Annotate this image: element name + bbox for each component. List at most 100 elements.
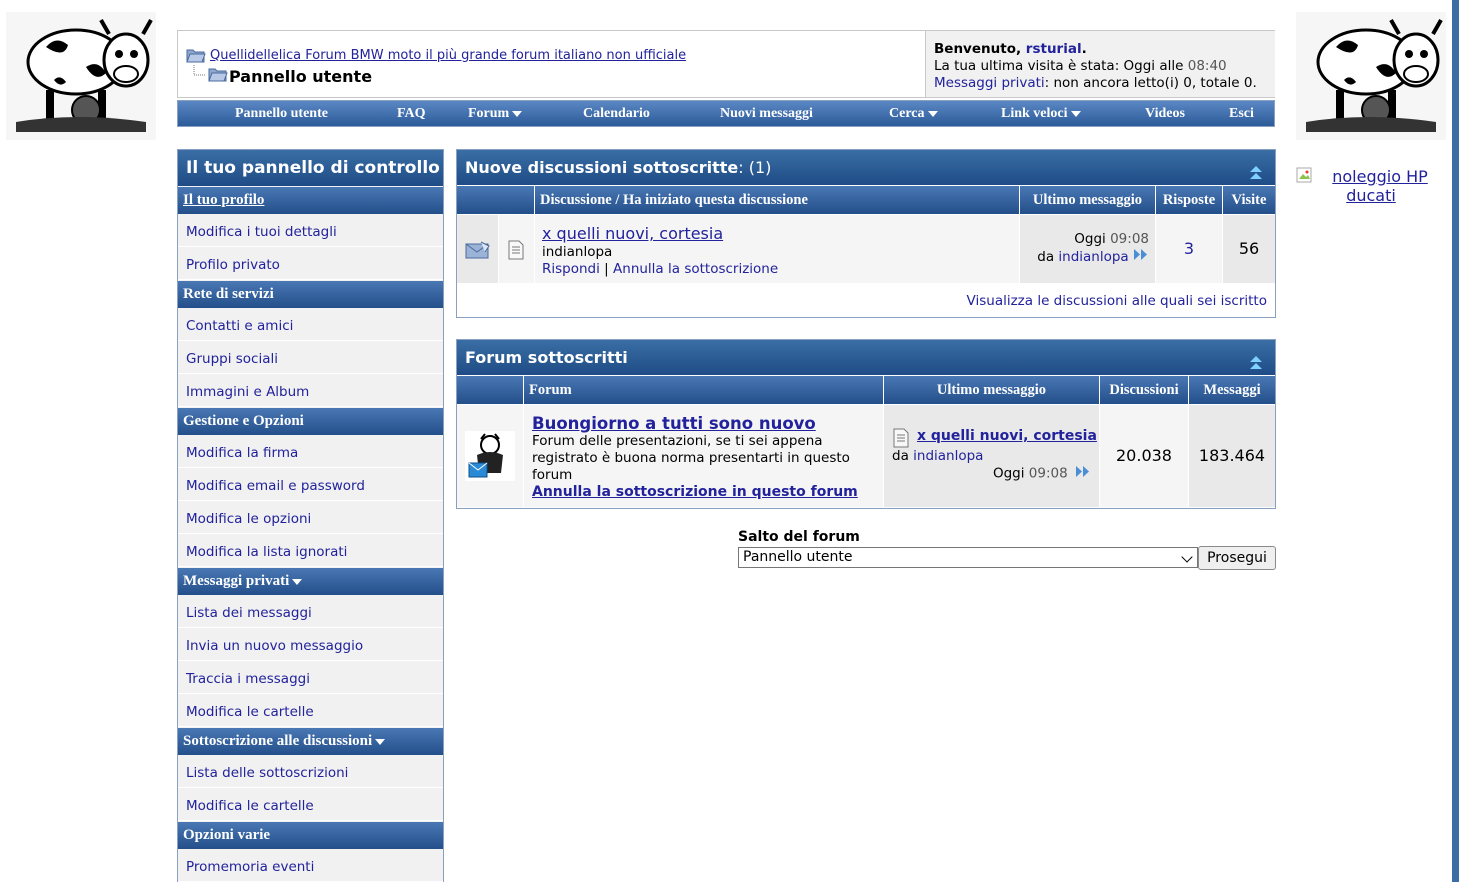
- nav-label: FAQ: [397, 106, 426, 121]
- forum-mascot-icon: [465, 431, 515, 485]
- sidebar-head-misc: Opzioni varie: [178, 822, 443, 849]
- sidebar-item-edit-details[interactable]: Modifica i tuoi dettagli: [178, 215, 443, 247]
- ad-alt-text-line1[interactable]: noleggio HP: [1332, 167, 1428, 186]
- sidebar-link[interactable]: Immagini e Album: [186, 384, 309, 400]
- sidebar-link[interactable]: Modifica le cartelle: [186, 798, 314, 814]
- thread-title-link[interactable]: x quelli nuovi, cortesia: [542, 224, 723, 243]
- thread-status-cell: [457, 215, 498, 283]
- col-forum-threads: Discussioni: [1100, 376, 1188, 404]
- sidebar-item-options[interactable]: Modifica le opzioni: [178, 502, 443, 534]
- views-count: 56: [1223, 215, 1275, 283]
- forum-last-post-author-link[interactable]: indianlopa: [913, 448, 983, 464]
- sidebar-link[interactable]: Modifica i tuoi dettagli: [186, 224, 337, 240]
- col-replies[interactable]: Risposte: [1156, 186, 1222, 214]
- sidebar-item-new-message[interactable]: Invia un nuovo messaggio: [178, 629, 443, 661]
- col-icons: [457, 186, 534, 214]
- col-last-post[interactable]: Ultimo messaggio: [1020, 186, 1155, 214]
- thread-info-cell: x quelli nuovi, cortesia indianlopa Risp…: [535, 215, 1019, 283]
- replies-count-link[interactable]: 3: [1184, 239, 1194, 258]
- thread-status-icon: [465, 240, 491, 264]
- sidebar-item-signature[interactable]: Modifica la firma: [178, 436, 443, 468]
- sidebar-link[interactable]: Lista delle sottoscrizioni: [186, 765, 348, 781]
- sidebar-link[interactable]: Contatti e amici: [186, 318, 293, 334]
- reply-link[interactable]: Rispondi: [542, 261, 600, 277]
- col-thread[interactable]: Discussione / Ha iniziato questa discuss…: [535, 186, 1019, 214]
- last-post-cell: Oggi 09:08 da indianlopa: [1020, 215, 1155, 283]
- sidebar-link[interactable]: Traccia i messaggi: [186, 671, 310, 687]
- col-views[interactable]: Visite: [1223, 186, 1275, 214]
- nav-label: Videos: [1145, 106, 1185, 121]
- threads-count: : (1): [738, 158, 772, 177]
- folder-icon: [186, 47, 206, 67]
- sidebar-link[interactable]: Invia un nuovo messaggio: [186, 638, 363, 654]
- sidebar-link[interactable]: Modifica la lista ignorati: [186, 544, 347, 560]
- sidebar-head-pm[interactable]: Messaggi privati: [178, 568, 443, 595]
- ad-banner[interactable]: noleggio HP ducati: [1296, 167, 1446, 205]
- sidebar-item-track-messages[interactable]: Traccia i messaggi: [178, 662, 443, 694]
- sidebar-link[interactable]: Modifica le cartelle: [186, 704, 314, 720]
- forum-jump-selected: Pannello utente: [743, 549, 853, 565]
- view-subscribed-threads-link[interactable]: Visualizza le discussioni alle quali sei…: [967, 293, 1267, 309]
- welcome-prefix: Benvenuto,: [934, 41, 1026, 57]
- go-to-last-post-icon[interactable]: [1133, 248, 1149, 266]
- nav-link-veloci[interactable]: Link veloci: [1001, 106, 1081, 122]
- nav-calendario[interactable]: Calendario: [583, 106, 650, 122]
- nav-label: Cerca: [889, 106, 925, 121]
- username-link[interactable]: rsturial: [1026, 41, 1082, 57]
- sidebar-link[interactable]: Lista dei messaggi: [186, 605, 312, 621]
- last-visit-time: 08:40: [1187, 58, 1227, 74]
- tree-connector-icon: [192, 65, 228, 87]
- sidebar-item-event-reminders[interactable]: Promemoria eventi: [178, 850, 443, 882]
- sidebar-item-ignore-list[interactable]: Modifica la lista ignorati: [178, 535, 443, 567]
- replies-cell: 3: [1156, 215, 1222, 283]
- sidebar-item-subs-folders[interactable]: Modifica le cartelle: [178, 789, 443, 821]
- nav-label: Pannello utente: [235, 106, 328, 121]
- sidebar-link[interactable]: Gruppi sociali: [186, 351, 278, 367]
- nav-cerca[interactable]: Cerca: [889, 106, 938, 122]
- forum-name-link[interactable]: Buongiorno a tutti sono nuovo: [532, 414, 816, 433]
- breadcrumb-forum-link[interactable]: Quellidellelica Forum BMW moto il più gr…: [210, 48, 686, 63]
- sidebar-head-subscriptions[interactable]: Sottoscrizione alle discussioni: [178, 728, 443, 755]
- sidebar-head-profile[interactable]: Il tuo profilo: [178, 187, 443, 214]
- forum-last-thread-link[interactable]: x quelli nuovi, cortesia: [917, 428, 1097, 444]
- sidebar-item-pm-folders[interactable]: Modifica le cartelle: [178, 695, 443, 727]
- nav-forum[interactable]: Forum: [468, 106, 523, 122]
- nav-esci[interactable]: Esci: [1229, 106, 1254, 122]
- forum-jump-select[interactable]: Pannello utente: [738, 547, 1198, 568]
- sidebar-title: Il tuo pannello di controllo: [178, 150, 443, 186]
- forum-logo-right[interactable]: [1296, 12, 1446, 140]
- sidebar-link[interactable]: Modifica le opzioni: [186, 511, 311, 527]
- welcome-suffix: .: [1081, 41, 1087, 57]
- unsubscribe-thread-link[interactable]: Annulla la sottoscrizione: [613, 261, 778, 277]
- sidebar-item-private-profile[interactable]: Profilo privato: [178, 248, 443, 280]
- collapse-icon[interactable]: [1247, 159, 1265, 179]
- sidebar-item-groups[interactable]: Gruppi sociali: [178, 342, 443, 374]
- sidebar-link[interactable]: Profilo privato: [186, 257, 280, 273]
- forum-last-post-day: Oggi: [992, 465, 1025, 482]
- last-visit-label: La tua ultima visita è stata: Oggi alle: [934, 58, 1188, 74]
- go-to-last-post-icon[interactable]: [1075, 465, 1091, 482]
- nav-faq[interactable]: FAQ: [397, 106, 426, 122]
- nav-pannello-utente[interactable]: Pannello utente: [235, 106, 328, 122]
- sidebar-link[interactable]: Modifica email e password: [186, 478, 365, 494]
- sidebar-item-contacts[interactable]: Contatti e amici: [178, 309, 443, 341]
- sidebar-item-message-list[interactable]: Lista dei messaggi: [178, 596, 443, 628]
- forum-logo-left[interactable]: [6, 12, 156, 140]
- collapse-icon[interactable]: [1247, 349, 1265, 369]
- sidebar-item-email-password[interactable]: Modifica email e password: [178, 469, 443, 501]
- forum-threads-count: 20.038: [1100, 405, 1188, 507]
- private-messages-link[interactable]: Messaggi privati: [934, 75, 1045, 91]
- nav-videos[interactable]: Videos: [1145, 106, 1185, 122]
- forum-jump-button[interactable]: Prosegui: [1198, 546, 1276, 570]
- unsubscribe-forum-link[interactable]: Annulla la sottoscrizione in questo foru…: [532, 484, 858, 500]
- threads-block-title: Nuove discussioni sottoscritte: [465, 158, 739, 177]
- last-post-author-link[interactable]: indianlopa: [1058, 249, 1128, 265]
- dropdown-arrow-icon: [375, 738, 386, 745]
- sidebar-link[interactable]: Modifica la firma: [186, 445, 298, 461]
- sidebar-item-subscription-list[interactable]: Lista delle sottoscrizioni: [178, 756, 443, 788]
- sidebar-link[interactable]: Promemoria eventi: [186, 859, 314, 875]
- ad-alt-text-line2[interactable]: ducati: [1346, 186, 1396, 205]
- sidebar-item-albums[interactable]: Immagini e Album: [178, 375, 443, 407]
- sidebar-head-label: Sottoscrizione alle discussioni: [183, 733, 373, 749]
- nav-nuovi-messaggi[interactable]: Nuovi messaggi: [720, 106, 813, 122]
